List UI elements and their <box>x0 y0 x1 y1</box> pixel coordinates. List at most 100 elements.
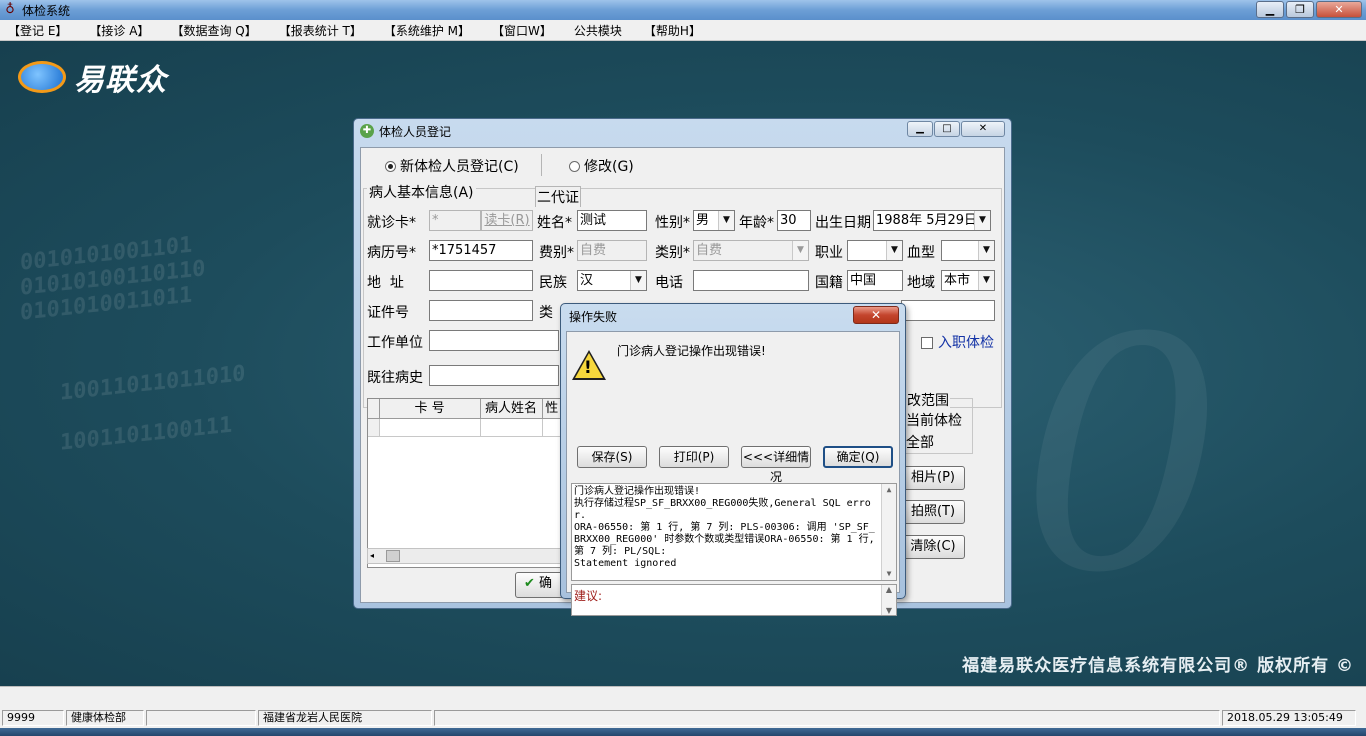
checkbox-icon <box>921 337 933 349</box>
job-label: 职业 <box>815 245 843 261</box>
detail-vertical-scrollbar[interactable]: ▲ ▼ <box>881 484 896 580</box>
confirm-label: 确 <box>539 576 553 591</box>
error-dialog-body: ! 门诊病人登记操作出现错误! 保存(S) 打印(P) <<<详细情况 确定(Q… <box>566 331 900 616</box>
background-binary-art: 0010101001101 01010100110110 0101010011011 <box>20 232 206 326</box>
capture-button[interactable]: 拍照(T) <box>901 500 965 524</box>
scroll-thumb[interactable] <box>386 550 400 562</box>
idno-input[interactable] <box>429 300 533 321</box>
ethnic-label: 民族 <box>539 275 567 291</box>
type-label: 类 <box>539 305 553 321</box>
table-cell <box>481 419 543 436</box>
age-input[interactable]: 30 <box>777 210 811 231</box>
suggestion-textarea[interactable]: 建议: ▲ ▼ <box>571 584 897 616</box>
history-input[interactable] <box>429 365 559 386</box>
clear-button[interactable]: 清除(C) <box>901 535 965 559</box>
category-value: 自费 <box>696 243 723 258</box>
card-input[interactable]: * <box>429 210 481 231</box>
scroll-down-icon: ▼ <box>885 606 893 615</box>
ethnic-select[interactable]: 汉 ▼ <box>577 270 647 291</box>
restore-button[interactable]: ❐ <box>1286 1 1314 18</box>
save-button[interactable]: 保存(S) <box>577 446 647 468</box>
mode-edit-radio[interactable]: 修改(G) <box>569 156 634 176</box>
minimize-button[interactable]: ▁ <box>1256 1 1284 18</box>
ok-button[interactable]: 确定(Q) <box>823 446 893 468</box>
suggestion-vertical-scrollbar[interactable]: ▲ ▼ <box>881 585 896 615</box>
country-input[interactable]: 中国 <box>847 270 903 291</box>
mode-new-radio[interactable]: 新体检人员登记(C) <box>385 156 519 176</box>
chevron-down-icon: ▼ <box>978 271 994 290</box>
scope-group-label: 改范围 <box>906 390 950 410</box>
table-row[interactable] <box>368 419 562 437</box>
mode-new-label: 新体检人员登记(C) <box>400 159 519 175</box>
category-select[interactable]: 自费 ▼ <box>693 240 809 261</box>
employer-input[interactable] <box>429 330 559 351</box>
scope-all-option[interactable]: 全部 <box>906 432 934 452</box>
category-label: 类别* <box>655 245 690 261</box>
grid-corner <box>368 399 380 418</box>
detail-button[interactable]: <<<详细情况 <box>741 446 811 484</box>
scope-current-option[interactable]: 当前体检 <box>906 410 962 430</box>
mode-edit-label: 修改(G) <box>584 159 634 175</box>
error-detail-textarea[interactable]: 门诊病人登记操作出现错误! 执行存储过程SP_SF_BRXX00_REG000失… <box>571 483 897 581</box>
history-label: 既往病史 <box>367 370 423 386</box>
menu-help[interactable]: 【帮助H】 <box>644 22 701 39</box>
name-label: 姓名* <box>537 215 572 231</box>
copyright-text: 福建易联众医疗信息系统有限公司® 版权所有 © <box>962 656 1354 676</box>
menu-reports[interactable]: 【报表统计 T】 <box>279 22 362 39</box>
brand-logo: 易联众 <box>16 55 167 99</box>
blood-select[interactable]: ▼ <box>941 240 995 261</box>
photo-button[interactable]: 相片(P) <box>901 466 965 490</box>
menu-register[interactable]: 【登记 E】 <box>8 22 67 39</box>
region-select[interactable]: 本市 ▼ <box>941 270 995 291</box>
menu-window[interactable]: 【窗口W】 <box>492 22 552 39</box>
job-select[interactable]: ▼ <box>847 240 903 261</box>
menu-bar: 【登记 E】 【接诊 A】 【数据查询 Q】 【报表统计 T】 【系统维护 M】… <box>0 20 1366 41</box>
menu-public[interactable]: 公共模块 <box>574 22 622 39</box>
basic-info-group-label: 病人基本信息(A) <box>367 182 476 202</box>
maximize-button[interactable]: □ <box>934 121 960 137</box>
app-titlebar: ♁ 体检系统 ▁ ❐ ✕ <box>0 0 1366 20</box>
app-logo-icon: ♁ <box>5 2 15 17</box>
table-cell <box>380 419 481 436</box>
status-blank-2 <box>434 710 1220 726</box>
birth-date-picker[interactable]: 1988年 5月29日 ▼ <box>873 210 991 231</box>
error-dialog-title: 操作失败 <box>569 309 618 324</box>
chevron-down-icon: ▼ <box>792 241 808 260</box>
close-button[interactable]: ✕ <box>853 306 899 324</box>
grid-header-card: 卡 号 <box>380 399 481 418</box>
region-value: 本市 <box>944 273 971 288</box>
record-label: 病历号* <box>367 245 416 261</box>
status-dept: 健康体检部 <box>66 710 144 726</box>
minimize-button[interactable]: ▁ <box>907 121 933 137</box>
partial-input[interactable] <box>901 300 995 321</box>
address-input[interactable] <box>429 270 533 291</box>
close-button[interactable]: ✕ <box>961 121 1005 137</box>
gender-select[interactable]: 男 ▼ <box>693 210 735 231</box>
close-button[interactable]: ✕ <box>1316 1 1362 18</box>
background-binary-art-2: 10011011011010 1001101100111 <box>60 361 246 456</box>
fee-label: 费别* <box>539 245 574 261</box>
confirm-button[interactable]: ✔ 确 <box>515 572 565 598</box>
phone-input[interactable] <box>693 270 809 291</box>
birth-label: 出生日期 <box>815 215 871 231</box>
scroll-up-icon: ▲ <box>886 485 892 494</box>
print-button[interactable]: 打印(P) <box>659 446 729 468</box>
menu-reception[interactable]: 【接诊 A】 <box>89 22 149 39</box>
status-hospital: 福建省龙岩人民医院 <box>258 710 432 726</box>
fee-input[interactable]: 自费 <box>577 240 647 261</box>
preemployment-checkbox[interactable]: 入职体检 <box>921 332 994 352</box>
windows-taskbar <box>0 728 1366 736</box>
error-dialog: 操作失败 ✕ ! 门诊病人登记操作出现错误! 保存(S) 打印(P) <<<详细… <box>560 303 906 616</box>
read-card-button[interactable]: 读卡(R) <box>481 210 533 231</box>
chevron-down-icon: ▼ <box>886 241 902 260</box>
registration-title: 体检人员登记 <box>379 124 452 139</box>
menu-query[interactable]: 【数据查询 Q】 <box>171 22 256 39</box>
id-card-tab[interactable]: 二代证 <box>535 186 581 207</box>
record-input[interactable]: *1751457 <box>429 240 533 261</box>
menu-maintenance[interactable]: 【系统维护 M】 <box>384 22 470 39</box>
error-detail-text: 门诊病人登记操作出现错误! 执行存储过程SP_SF_BRXX00_REG000失… <box>574 486 875 569</box>
name-input[interactable]: 测试 <box>577 210 647 231</box>
blood-label: 血型 <box>907 245 935 261</box>
grid-horizontal-scrollbar[interactable]: ◂ <box>367 548 563 564</box>
patient-grid[interactable]: 卡 号 病人姓名 性 <box>367 398 563 568</box>
